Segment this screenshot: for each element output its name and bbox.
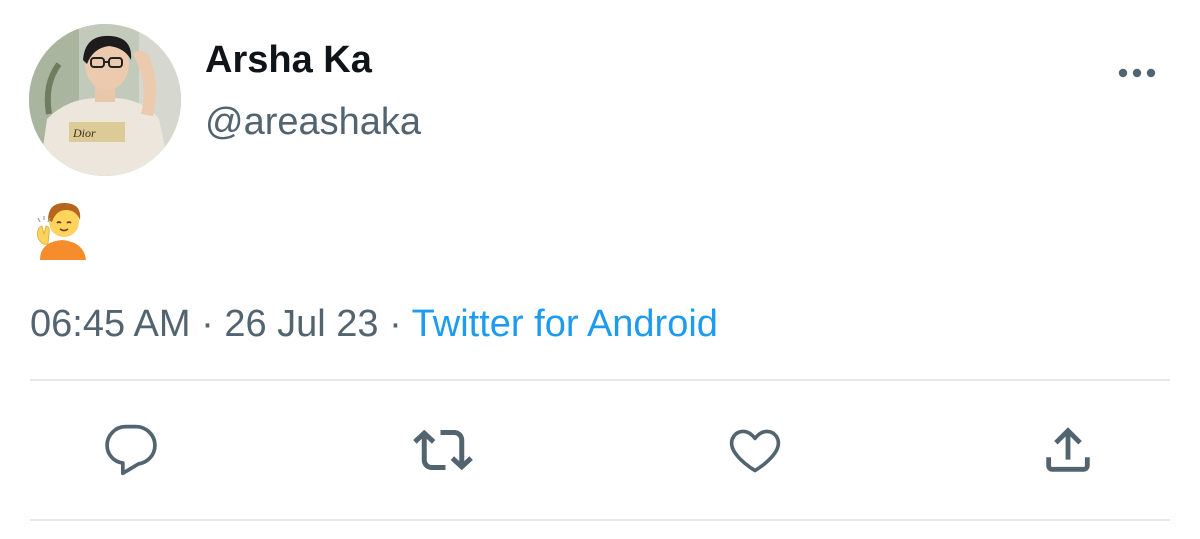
tweet-source-link[interactable]: Twitter for Android bbox=[412, 303, 718, 345]
person-raising-hand-icon bbox=[37, 202, 86, 260]
avatar-image: Dior bbox=[29, 24, 181, 176]
svg-text:Dior: Dior bbox=[72, 126, 96, 140]
tweet-emoji bbox=[36, 198, 88, 260]
heart-icon bbox=[729, 429, 781, 473]
tweet-date: 26 Jul 23 bbox=[224, 303, 379, 345]
share-button[interactable] bbox=[1038, 420, 1098, 480]
author-handle[interactable]: @areashaka bbox=[205, 100, 421, 144]
divider bbox=[30, 519, 1170, 521]
reply-button[interactable] bbox=[101, 420, 161, 480]
retweet-button[interactable] bbox=[413, 420, 473, 480]
meta-separator: · bbox=[378, 303, 412, 345]
share-icon bbox=[1046, 427, 1090, 472]
like-button[interactable] bbox=[725, 420, 785, 480]
meta-separator: · bbox=[190, 303, 225, 345]
divider bbox=[30, 379, 1170, 381]
more-horizontal-icon bbox=[1118, 68, 1156, 78]
retweet-icon bbox=[413, 429, 473, 471]
tweet-meta: 06:45 AM · 26 Jul 23 · Twitter for Andro… bbox=[30, 302, 718, 346]
author-display-name[interactable]: Arsha Ka bbox=[205, 38, 372, 82]
more-options-button[interactable] bbox=[1112, 56, 1162, 90]
avatar[interactable]: Dior bbox=[29, 24, 181, 176]
reply-icon bbox=[105, 424, 157, 476]
tweet-time: 06:45 AM bbox=[30, 303, 191, 345]
tweet-card: Dior Arsha Ka @areashaka 06:45 AM · 26 J… bbox=[0, 0, 1200, 539]
